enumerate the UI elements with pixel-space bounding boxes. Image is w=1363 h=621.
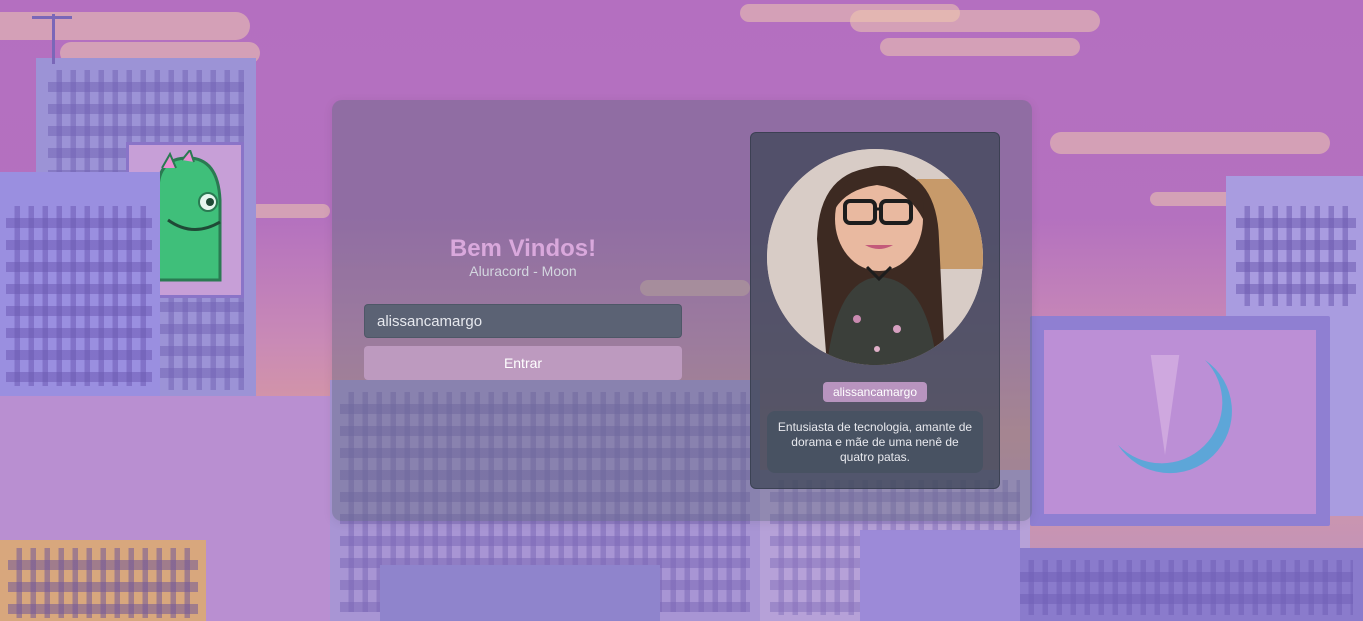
login-card: Bem Vindos! Aluracord - Moon Entrar bbox=[332, 100, 1032, 521]
profile-username-badge: alissancamargo bbox=[823, 382, 927, 402]
moon-billboard-icon bbox=[1118, 355, 1232, 474]
login-form: Bem Vindos! Aluracord - Moon Entrar bbox=[364, 235, 682, 380]
app-subtitle: Aluracord - Moon bbox=[469, 263, 577, 279]
username-input[interactable] bbox=[364, 304, 682, 338]
page-title: Bem Vindos! bbox=[449, 235, 597, 262]
profile-bio: Entusiasta de tecnologia, amante de dora… bbox=[767, 411, 983, 473]
avatar-image bbox=[767, 149, 983, 365]
profile-panel: alissancamargo Entusiasta de tecnologia,… bbox=[750, 132, 1000, 489]
avatar bbox=[767, 149, 983, 365]
submit-button[interactable]: Entrar bbox=[364, 346, 682, 380]
